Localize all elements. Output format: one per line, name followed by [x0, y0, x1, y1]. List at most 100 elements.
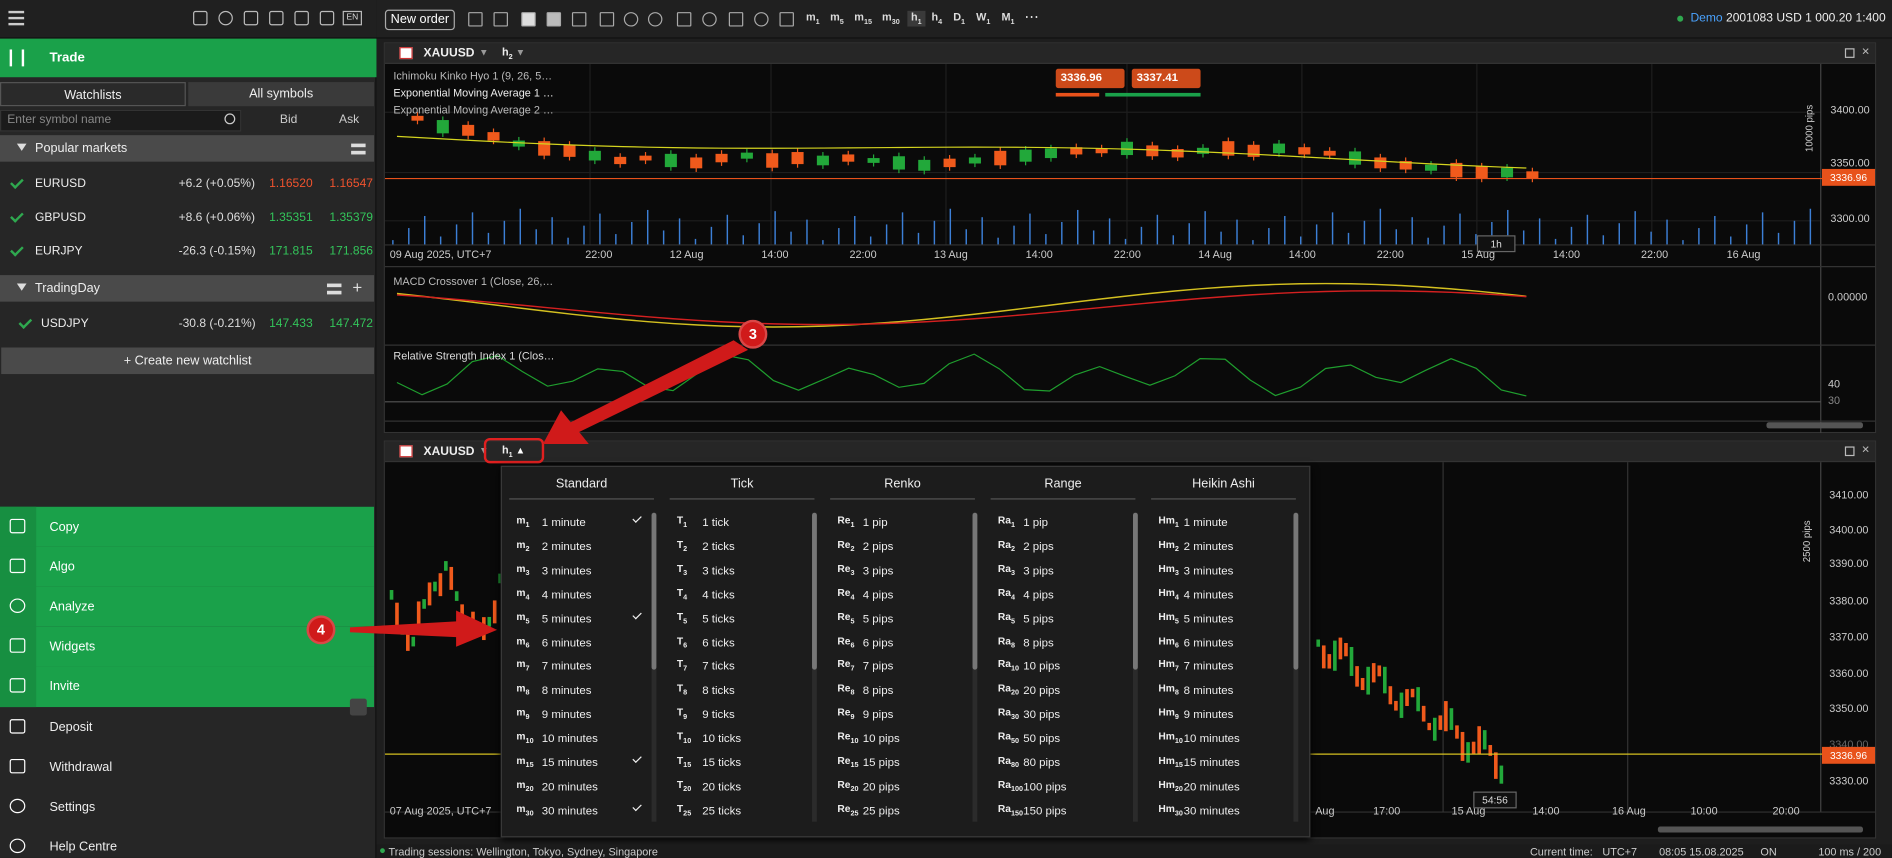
timeframe-option[interactable]: Re15 15 pips	[830, 751, 963, 775]
timeframe-option[interactable]: Ra5 5 pips	[991, 606, 1124, 630]
horizontal-scrollbar[interactable]	[1657, 826, 1863, 833]
timeframe-option[interactable]: Ra50 50 pips	[991, 726, 1124, 750]
people-icon[interactable]	[218, 10, 233, 26]
symbol-search-input[interactable]: Enter symbol name	[0, 109, 242, 132]
popular-markets-header[interactable]: Popular markets	[0, 135, 375, 162]
close-icon[interactable]: ×	[1862, 45, 1870, 59]
menu-invite[interactable]: Invite	[0, 666, 375, 708]
tab-all-symbols[interactable]: All symbols	[188, 82, 375, 107]
timeframe-h4[interactable]: h4	[931, 11, 942, 26]
dropdown-scrollbar[interactable]	[972, 512, 978, 822]
timeframe-option[interactable]: Hm10 10 minutes	[1151, 726, 1284, 750]
timeframe-m1[interactable]: m1	[806, 11, 820, 26]
timeframe-option[interactable]: T9 9 ticks	[670, 702, 803, 726]
timeframe-option[interactable]: Hm2 2 minutes	[1151, 534, 1284, 558]
macd-label[interactable]: MACD Crossover 1 (Close, 26,…	[393, 275, 553, 287]
more-icon[interactable]: ⋯	[1024, 8, 1038, 25]
tab-watchlists[interactable]: Watchlists	[0, 82, 186, 107]
timeframe-option[interactable]: m6 6 minutes	[509, 630, 642, 654]
multi-layout-icon[interactable]	[571, 12, 587, 27]
timeframe-option[interactable]: Re8 8 pips	[830, 678, 963, 702]
collapse-triangle-icon[interactable]	[16, 283, 27, 291]
timeframe-option[interactable]: m2 2 minutes	[509, 534, 642, 558]
timeframe-option[interactable]: T4 4 ticks	[670, 582, 803, 606]
timeframe-option[interactable]: T15 15 ticks	[670, 751, 803, 775]
sell-price-button[interactable]: 3336.96	[1055, 68, 1125, 89]
timeframe-h1[interactable]: h1	[907, 10, 926, 27]
maximize-icon[interactable]	[1844, 48, 1855, 58]
on-toggle[interactable]: ON	[1760, 846, 1776, 858]
timeframe-option[interactable]: T2 2 ticks	[670, 534, 803, 558]
indicator-label[interactable]: Exponential Moving Average 2 …	[393, 104, 553, 116]
watchlist-row[interactable]: GBPUSD +8.6 (+0.06%) 1.35351 1.35379	[0, 202, 374, 236]
timeframe-option[interactable]: m15 15 minutes	[509, 751, 642, 775]
timeframe-option[interactable]: Ra30 30 pips	[991, 702, 1124, 726]
menu-withdrawal[interactable]: Withdrawal	[0, 747, 374, 787]
trade-nav[interactable]: Trade	[0, 38, 377, 78]
timeframe-option[interactable]: T25 25 ticks	[670, 799, 803, 823]
timezone-selector[interactable]: UTC+7	[1602, 846, 1637, 858]
chart-timeframe[interactable]: h2 ▼	[502, 46, 525, 61]
monitor-icon[interactable]	[468, 12, 483, 27]
timeframe-option[interactable]: Hm30 30 minutes	[1151, 799, 1284, 823]
timeframe-option[interactable]: m4 4 minutes	[509, 582, 642, 606]
hamburger-icon[interactable]	[8, 10, 25, 27]
indicator-label[interactable]: Exponential Moving Average 1 …	[393, 87, 553, 99]
timeframe-option[interactable]: Re7 7 pips	[830, 654, 963, 678]
dropdown-scrollbar[interactable]	[812, 512, 817, 822]
menu-icon[interactable]	[326, 283, 342, 295]
timeframe-option[interactable]: T3 3 ticks	[670, 558, 803, 582]
timeframe-option[interactable]: Hm6 6 minutes	[1151, 630, 1284, 654]
timeframe-option[interactable]: T7 7 ticks	[670, 654, 803, 678]
timeframe-option[interactable]: Re4 4 pips	[830, 582, 963, 606]
timeframe-option[interactable]: Ra3 3 pips	[991, 558, 1124, 582]
timeframe-option[interactable]: Re6 6 pips	[830, 630, 963, 654]
timeframe-option[interactable]: T10 10 ticks	[670, 726, 803, 750]
timeframe-option[interactable]: Re25 25 pips	[830, 799, 963, 823]
timeframe-w1[interactable]: W1	[976, 11, 990, 26]
indicators-icon[interactable]	[702, 12, 717, 27]
chart-type-icon[interactable]	[676, 12, 692, 27]
account-info[interactable]: Demo 2001083 USD 1 000.20 1:400	[1677, 12, 1886, 25]
timeframe-option[interactable]: m1 1 minute	[509, 510, 642, 534]
eye-icon[interactable]	[754, 12, 769, 27]
timeframe-option[interactable]: Hm1 1 minute	[1151, 510, 1284, 534]
bid-price[interactable]: 147.433	[269, 317, 313, 330]
timeframe-option[interactable]: Hm5 5 minutes	[1151, 606, 1284, 630]
timeframe-option[interactable]: m8 8 minutes	[509, 678, 642, 702]
timeframe-option[interactable]: Hm4 4 minutes	[1151, 582, 1284, 606]
dropdown-scrollbar[interactable]	[651, 512, 657, 822]
timeframe-option[interactable]: Re20 20 pips	[830, 775, 963, 799]
tradingday-header[interactable]: TradingDay +	[0, 275, 375, 302]
chart-symbol[interactable]: XAUUSD	[424, 47, 475, 60]
mail-icon[interactable]	[193, 10, 208, 26]
timeframe-m30[interactable]: m30	[882, 11, 900, 26]
timeframe-option[interactable]: m5 5 minutes	[509, 606, 642, 630]
buy-price-button[interactable]: 3337.41	[1131, 68, 1201, 89]
collapse-triangle-icon[interactable]	[16, 143, 27, 151]
timeframe-option[interactable]: Re5 5 pips	[830, 606, 963, 630]
timeframe-m5[interactable]: m5	[830, 11, 844, 26]
window-icon[interactable]	[319, 10, 335, 26]
timeframe-option[interactable]: T6 6 ticks	[670, 630, 803, 654]
language-icon[interactable]: EN	[342, 10, 362, 26]
timeframe-option[interactable]: m10 10 minutes	[509, 726, 642, 750]
bid-price[interactable]: 1.16520	[269, 177, 313, 190]
search-icon[interactable]	[224, 113, 236, 125]
timeframe-option[interactable]: m9 9 minutes	[509, 702, 642, 726]
timeframe-option[interactable]: Ra80 80 pips	[991, 751, 1124, 775]
draw-icon[interactable]	[599, 12, 615, 27]
timeframe-m15[interactable]: m15	[854, 11, 872, 26]
timeframe-option[interactable]: Ra2 2 pips	[991, 534, 1124, 558]
menu-algo[interactable]: Algo	[0, 546, 375, 587]
ask-price[interactable]: 171.856	[329, 245, 373, 258]
timeframe-option[interactable]: Ra8 8 pips	[991, 630, 1124, 654]
bid-price[interactable]: 171.815	[269, 245, 313, 258]
watchlist-row[interactable]: USDJPY -30.8 (-0.21%) 147.433 147.472	[0, 308, 374, 342]
timeframe-option[interactable]: T8 8 ticks	[670, 678, 803, 702]
timeframe-option[interactable]: Ra100 100 pips	[991, 775, 1124, 799]
timeframe-option[interactable]: Hm9 9 minutes	[1151, 702, 1284, 726]
zoom-out-icon[interactable]	[623, 12, 639, 27]
chevron-down-icon[interactable]: ▼	[479, 47, 489, 58]
horizontal-scrollbar[interactable]	[1766, 422, 1863, 429]
